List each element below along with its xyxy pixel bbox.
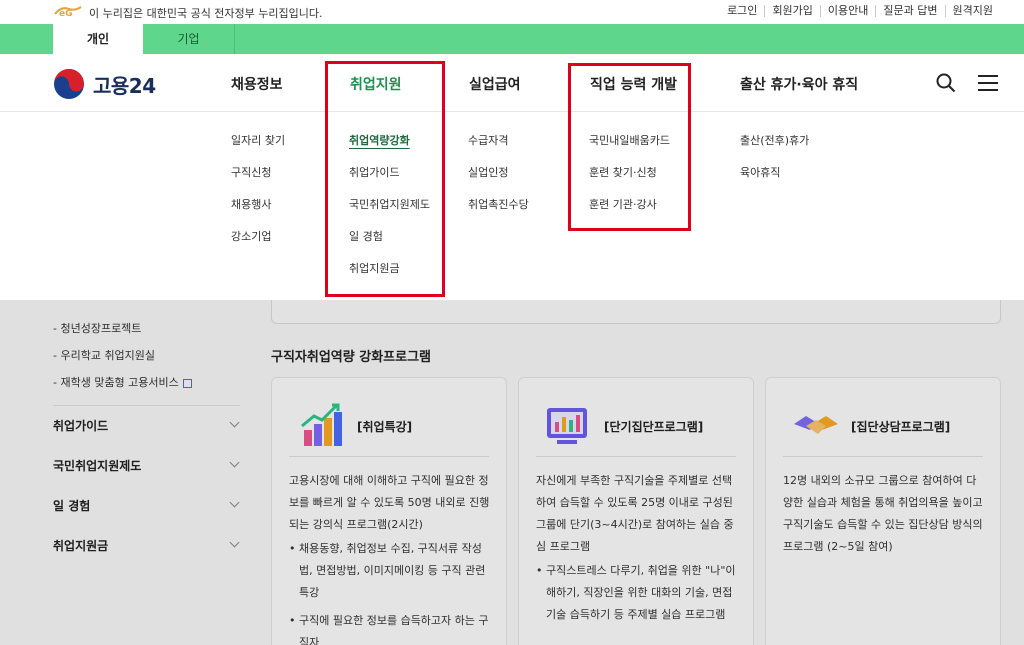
egov-logo-icon: eG <box>54 6 82 18</box>
lnb-item-support-fund[interactable]: 취업지원금 <box>53 537 240 554</box>
guide-link[interactable]: 이용안내 <box>819 5 875 17</box>
menu-item-small-giant[interactable]: 강소기업 <box>231 228 285 260</box>
card-bullet: 구직스트레스 다루기, 취업을 위한 "나"이해하기, 직장인을 위한 대화의 … <box>536 560 739 626</box>
taegeuk-logo-icon <box>54 69 84 99</box>
card-title: [취업특강] <box>357 420 413 434</box>
svg-text:eG: eG <box>59 9 73 18</box>
handshake-icon <box>794 416 838 434</box>
menu-icon[interactable] <box>977 73 999 93</box>
menu-item-job-fair[interactable]: 채용행사 <box>231 196 285 228</box>
menu-item-national-employment-support[interactable]: 국민취업지원제도 <box>349 196 430 228</box>
lnb-sub-student-service[interactable]: - 재학생 맞춤형 고용서비스 <box>53 374 192 390</box>
menu-item-maternity-leave[interactable]: 출산(전후)휴가 <box>740 132 809 164</box>
card-divider <box>783 456 983 457</box>
chevron-down-icon <box>229 537 240 548</box>
lnb-item-work-experience[interactable]: 일 경험 <box>53 497 240 514</box>
program-card-lecture: [취업특강] 고용시장에 대해 이해하고 구직에 필요한 정보를 빠르게 알 수… <box>271 377 507 645</box>
card-divider <box>536 456 736 457</box>
gnb-vocational-training[interactable]: 직업 능력 개발 <box>590 74 677 94</box>
gnb-employment-support[interactable]: 취업지원 <box>350 74 402 94</box>
tab-corporate[interactable]: 기업 <box>143 24 235 54</box>
growth-chart-icon <box>301 403 342 446</box>
card-bullet: 채용동향, 취업정보 수집, 구직서류 작성법, 면접방법, 이미지메이킹 등 … <box>289 538 492 604</box>
lnb-item-label: 취업지원금 <box>53 539 109 553</box>
gnb-parental-leave[interactable]: 출산 휴가·육아 휴직 <box>740 74 858 94</box>
signup-link[interactable]: 회원가입 <box>764 5 819 17</box>
program-card-group-counseling: [집단상담프로그램] 12명 내외의 소규모 그룹으로 참여하여 다양한 실습과… <box>765 377 1001 645</box>
lnb-item-employment-guide[interactable]: 취업가이드 <box>53 417 240 434</box>
page-content: - 청년성장프로젝트 - 우리학교 취업지원실 - 재학생 맞춤형 고용서비스 … <box>0 300 1024 645</box>
card-description: 고용시장에 대해 이해하고 구직에 필요한 정보를 빠르게 알 수 있도록 50… <box>289 470 492 645</box>
mega-menu: 일자리 찾기 구직신청 채용행사 강소기업 취업역량강화 취업가이드 국민취업지… <box>0 112 1024 300</box>
menu-item-promotion-allowance[interactable]: 취업촉진수당 <box>468 196 529 228</box>
card-desc-text: 12명 내외의 소규모 그룹으로 참여하여 다양한 실습과 체험을 통해 취업의… <box>783 474 983 553</box>
search-icon[interactable] <box>936 73 956 93</box>
card-desc-text: 자신에게 부족한 구직기술을 주제별로 선택하여 습득할 수 있도록 25명 이… <box>536 474 734 553</box>
lnb-item-label: 일 경험 <box>53 499 91 513</box>
chevron-down-icon <box>229 417 240 428</box>
menu-column-training: 국민내일배움카드 훈련 찾기·신청 훈련 기관·강사 <box>589 132 670 228</box>
gnb-unemployment-benefit[interactable]: 실업급여 <box>469 74 521 94</box>
lnb-item-label: 국민취업지원제도 <box>53 459 142 473</box>
menu-item-capacity-building[interactable]: 취업역량강화 <box>349 132 430 164</box>
menu-column-benefit: 수급자격 실업인정 취업촉진수당 <box>468 132 529 228</box>
menu-item-work-experience[interactable]: 일 경험 <box>349 228 430 260</box>
lnb-item-label: 취업가이드 <box>53 419 109 433</box>
chevron-down-icon <box>229 457 240 468</box>
menu-item-support-fund[interactable]: 취업지원금 <box>349 260 430 292</box>
menu-item-eligibility[interactable]: 수급자격 <box>468 132 529 164</box>
gov-banner: eG 이 누리집은 대한민국 공식 전자정부 누리집입니다. 로그인 회원가입 … <box>0 0 1024 24</box>
menu-item-training-institution[interactable]: 훈련 기관·강사 <box>589 196 670 228</box>
card-bullets: 구직스트레스 다루기, 취업을 위한 "나"이해하기, 직장인을 위한 대화의 … <box>536 560 739 626</box>
menu-item-parental-leave[interactable]: 육아휴직 <box>740 164 809 196</box>
login-link[interactable]: 로그인 <box>720 5 764 17</box>
logo-text: 고용24 <box>93 73 156 98</box>
menu-item-job-search[interactable]: 일자리 찾기 <box>231 132 285 164</box>
menu-item-unemployment-recognition[interactable]: 실업인정 <box>468 164 529 196</box>
site-header: 고용24 채용정보 취업지원 실업급여 직업 능력 개발 출산 휴가·육아 휴직 <box>0 54 1024 112</box>
lnb-item-national-support[interactable]: 국민취업지원제도 <box>53 457 240 474</box>
external-link-icon <box>182 378 192 388</box>
menu-item-job-apply[interactable]: 구직신청 <box>231 164 285 196</box>
menu-item-training-search[interactable]: 훈련 찾기·신청 <box>589 164 670 196</box>
menu-column-recruit: 일자리 찾기 구직신청 채용행사 강소기업 <box>231 132 285 260</box>
card-bullets: 채용동향, 취업정보 수집, 구직서류 작성법, 면접방법, 이미지메이킹 등 … <box>289 538 492 645</box>
lnb-divider <box>53 405 240 406</box>
card-bullet: 구직에 필요한 정보를 습득하고자 하는 구직자 <box>289 610 492 645</box>
menu-column-leave: 출산(전후)휴가 육아휴직 <box>740 132 809 196</box>
monitor-chart-icon <box>547 408 587 444</box>
gnb-recruit[interactable]: 채용정보 <box>231 74 283 94</box>
remote-support-link[interactable]: 원격지원 <box>944 5 1000 17</box>
card-description: 자신에게 부족한 구직기술을 주제별로 선택하여 습득할 수 있도록 25명 이… <box>536 470 739 632</box>
card-desc-text: 고용시장에 대해 이해하고 구직에 필요한 정보를 빠르게 알 수 있도록 50… <box>289 474 490 531</box>
lnb-sub-school-support[interactable]: - 우리학교 취업지원실 <box>53 347 155 363</box>
section-title: 구직자취업역량 강화프로그램 <box>271 350 432 365</box>
qna-link[interactable]: 질문과 답변 <box>875 5 944 17</box>
lnb-sub-youth-growth[interactable]: - 청년성장프로젝트 <box>53 320 141 336</box>
user-type-tabs: 개인 기업 <box>0 24 1024 54</box>
menu-item-employment-guide[interactable]: 취업가이드 <box>349 164 430 196</box>
intro-box <box>271 300 1001 324</box>
tab-personal[interactable]: 개인 <box>53 24 143 54</box>
card-description: 12명 내외의 소규모 그룹으로 참여하여 다양한 실습과 체험을 통해 취업의… <box>783 470 986 558</box>
utility-links: 로그인 회원가입 이용안내 질문과 답변 원격지원 <box>720 5 1000 17</box>
program-card-short-group: [단기집단프로그램] 자신에게 부족한 구직기술을 주제별로 선택하여 습득할 … <box>518 377 754 645</box>
site-logo[interactable]: 고용24 <box>53 68 156 100</box>
gov-banner-text: 이 누리집은 대한민국 공식 전자정부 누리집입니다. <box>89 7 323 20</box>
card-divider <box>289 456 489 457</box>
card-title: [집단상담프로그램] <box>851 420 951 434</box>
card-title: [단기집단프로그램] <box>604 420 704 434</box>
menu-item-learning-card[interactable]: 국민내일배움카드 <box>589 132 670 164</box>
lnb-sub-student-service-label: - 재학생 맞춤형 고용서비스 <box>53 376 179 389</box>
chevron-down-icon <box>229 497 240 508</box>
menu-column-support: 취업역량강화 취업가이드 국민취업지원제도 일 경험 취업지원금 <box>349 132 430 292</box>
